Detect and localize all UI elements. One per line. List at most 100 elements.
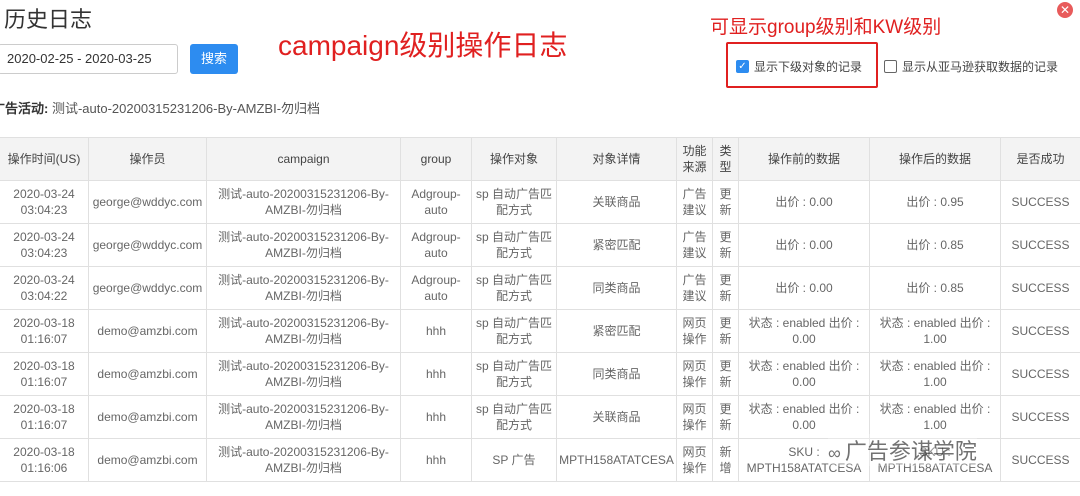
table-row: 2020-03-18 01:16:07 demo@amzbi.com 测试-auto… (0, 309, 1080, 353)
show-sub-objects-label: 显示下级对象的记录 (754, 60, 863, 74)
table-cell: 广告建议 (676, 266, 713, 310)
table-cell: 2020-03-18 01:16:06 (0, 438, 89, 482)
show-amazon-data-label: 显示从亚马逊获取数据的记录 (902, 60, 1059, 74)
table-cell: 更新 (712, 180, 739, 224)
date-range-input[interactable]: 2020-02-25 - 2020-03-25 (0, 44, 178, 74)
column-header: 操作员 (88, 137, 207, 181)
search-button[interactable]: 搜索 (190, 44, 238, 74)
table-cell: 出价 : 0.95 (869, 180, 1001, 224)
close-icon[interactable]: ✕ (1057, 2, 1073, 18)
table-cell: sp 自动广告匹配方式 (471, 352, 557, 396)
table-cell: 更新 (712, 352, 739, 396)
table-cell: 2020-03-24 03:04:23 (0, 180, 89, 224)
table-cell: 出价 : 0.00 (738, 266, 870, 310)
table-cell: 网页操作 (676, 395, 713, 439)
column-header: 操作对象 (471, 137, 557, 181)
table-cell: 网页操作 (676, 309, 713, 353)
table-cell: Adgroup-auto (400, 223, 472, 267)
table-cell: 紧密匹配 (556, 309, 677, 353)
table-cell: demo@amzbi.com (88, 352, 207, 396)
campaign-info-value: 测试-auto-20200315231206-By-AMZBI-勿归档 (51, 101, 321, 116)
table-cell: Adgroup-auto (400, 180, 472, 224)
table-cell: 2020-03-18 01:16:07 (0, 309, 89, 353)
table-cell: 广告建议 (676, 223, 713, 267)
table-cell: 2020-03-24 03:04:23 (0, 223, 89, 267)
table-cell: 网页操作 (676, 352, 713, 396)
table-cell: 出价 : 0.00 (738, 180, 870, 224)
table-cell: 新增 (712, 438, 739, 482)
table-cell: 测试-auto-20200315231206-By-AMZBI-勿归档 (206, 223, 401, 267)
table-row: 2020-03-24 03:04:22 george@wddyc.com 测试-au… (0, 266, 1080, 310)
table-cell: SP 广告 (471, 438, 557, 482)
column-header: 功能来源 (676, 137, 713, 181)
table-row: 2020-03-18 01:16:07 demo@amzbi.com 测试-auto… (0, 395, 1080, 439)
annotation-kw-level: 可显示group级别和KW级别 (710, 17, 942, 38)
table-cell: 状态 : enabled 出价 : 1.00 (869, 395, 1001, 439)
show-amazon-data-checkbox[interactable]: 显示从亚马逊获取数据的记录 (884, 58, 1058, 75)
show-sub-objects-checkbox[interactable]: ✓ 显示下级对象的记录 (736, 58, 862, 75)
table-cell: 出价 : 0.00 (738, 223, 870, 267)
table-cell: sp 自动广告匹配方式 (471, 309, 557, 353)
watermark: ∞ 广告参谋学院 (828, 434, 977, 466)
table-cell: 同类商品 (556, 266, 677, 310)
table-row: 2020-03-18 01:16:07 demo@amzbi.com 测试-auto… (0, 352, 1080, 396)
table-cell: 状态 : enabled 出价 : 0.00 (738, 309, 870, 353)
campaign-info: 广告活动: 测试-auto-20200315231206-By-AMZBI-勿归… (0, 98, 320, 117)
table-cell: 关联商品 (556, 180, 677, 224)
table-cell: george@wddyc.com (88, 180, 207, 224)
table-cell: george@wddyc.com (88, 266, 207, 310)
table-header-row: 操作时间(US) 操作员 campaign group 操作对象 对象详情 功能来源 类型 操作… (0, 137, 1080, 181)
table-cell: sp 自动广告匹配方式 (471, 180, 557, 224)
wechat-icon: ∞ (828, 443, 841, 463)
table-cell: george@wddyc.com (88, 223, 207, 267)
table-cell: hhh (400, 309, 472, 353)
table-cell: demo@amzbi.com (88, 395, 207, 439)
table-cell: 状态 : enabled 出价 : 0.00 (738, 395, 870, 439)
page-title: 历史日志 (4, 7, 93, 32)
table-cell: SUCCESS (1000, 223, 1080, 267)
table-cell: SUCCESS (1000, 309, 1080, 353)
table-cell: SUCCESS (1000, 352, 1080, 396)
table-cell: sp 自动广告匹配方式 (471, 266, 557, 310)
table-cell: 紧密匹配 (556, 223, 677, 267)
table-cell: 状态 : enabled 出价 : 1.00 (869, 352, 1001, 396)
table-cell: hhh (400, 438, 472, 482)
table-cell: 关联商品 (556, 395, 677, 439)
column-header: group (400, 137, 472, 181)
table-cell: demo@amzbi.com (88, 438, 207, 482)
table-cell: sp 自动广告匹配方式 (471, 223, 557, 267)
column-header: 操作时间(US) (0, 137, 89, 181)
table-cell: 同类商品 (556, 352, 677, 396)
table-row: 2020-03-24 03:04:23 george@wddyc.com 测试-au… (0, 180, 1080, 224)
column-header: 操作后的数据 (869, 137, 1001, 181)
table-cell: 广告建议 (676, 180, 713, 224)
table-cell: 更新 (712, 223, 739, 267)
column-header: 是否成功 (1000, 137, 1080, 181)
table-cell: SUCCESS (1000, 180, 1080, 224)
table-cell: demo@amzbi.com (88, 309, 207, 353)
table-cell: 出价 : 0.85 (869, 266, 1001, 310)
table-cell: 更新 (712, 309, 739, 353)
table-cell: 状态 : enabled 出价 : 0.00 (738, 352, 870, 396)
table-cell: hhh (400, 395, 472, 439)
table-cell: 测试-auto-20200315231206-By-AMZBI-勿归档 (206, 180, 401, 224)
column-header: campaign (206, 137, 401, 181)
table-cell: 测试-auto-20200315231206-By-AMZBI-勿归档 (206, 438, 401, 482)
table-cell: 2020-03-18 01:16:07 (0, 352, 89, 396)
table-cell: 测试-auto-20200315231206-By-AMZBI-勿归档 (206, 395, 401, 439)
table-cell: 状态 : enabled 出价 : 1.00 (869, 309, 1001, 353)
table-cell: 网页操作 (676, 438, 713, 482)
history-log-table: 操作时间(US) 操作员 campaign group 操作对象 对象详情 功能来源 类型 操作… (0, 137, 1080, 482)
table-cell: Adgroup-auto (400, 266, 472, 310)
table-cell: MPTH158ATATCESA (556, 438, 677, 482)
table-row: 2020-03-24 03:04:23 george@wddyc.com 测试-au… (0, 223, 1080, 267)
checkbox-checked-icon[interactable]: ✓ (736, 60, 749, 73)
campaign-info-label: 广告活动: (0, 101, 49, 116)
checkbox-unchecked-icon[interactable] (884, 60, 897, 73)
table-cell: 更新 (712, 266, 739, 310)
table-cell: 出价 : 0.85 (869, 223, 1001, 267)
column-header: 对象详情 (556, 137, 677, 181)
table-cell: 测试-auto-20200315231206-By-AMZBI-勿归档 (206, 309, 401, 353)
column-header: 操作前的数据 (738, 137, 870, 181)
table-cell: SUCCESS (1000, 266, 1080, 310)
